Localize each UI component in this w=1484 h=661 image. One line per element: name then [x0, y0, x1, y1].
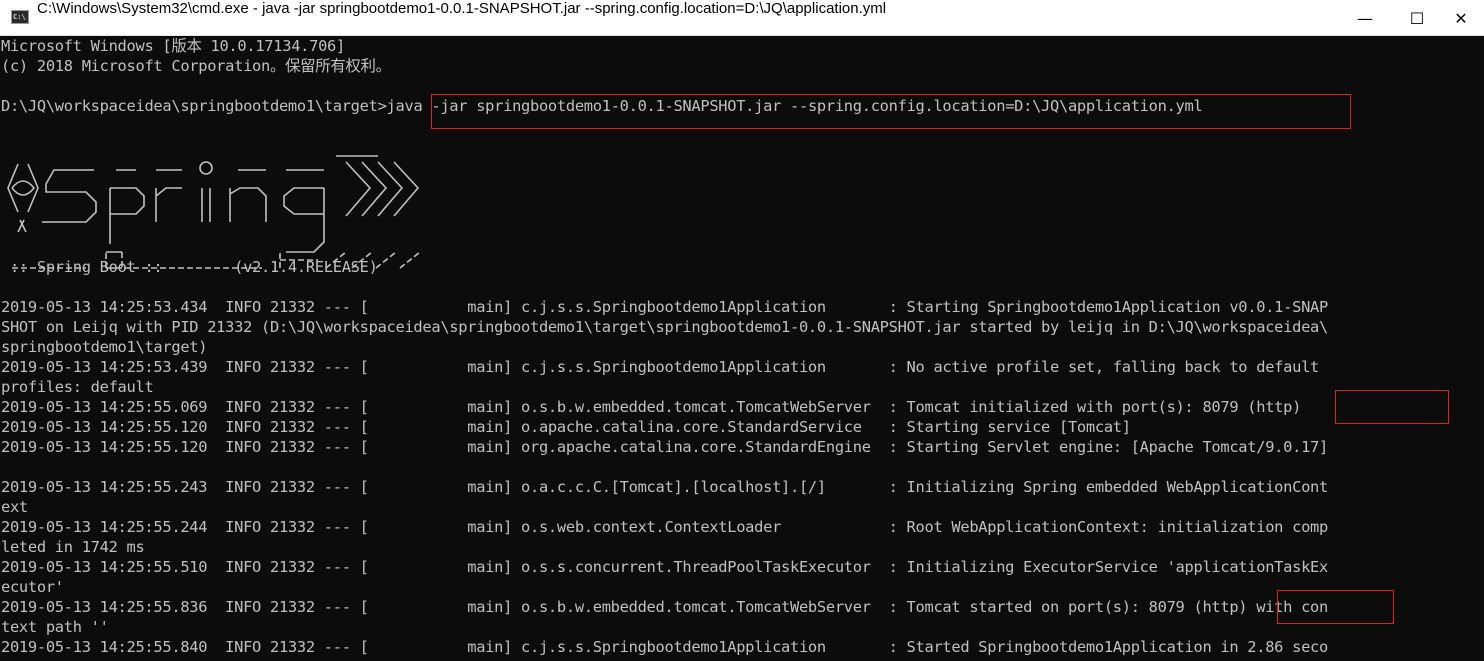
log-line: ext [1, 498, 28, 516]
port-highlight-box [1335, 390, 1449, 424]
close-button[interactable]: ✕ [1438, 0, 1484, 36]
minimize-icon: — [1357, 8, 1373, 28]
command-highlight-box [431, 94, 1351, 129]
log-line: 2019-05-13 14:25:55.120 INFO 21332 --- [… [1, 418, 1131, 436]
log-line: leted in 1742 ms [1, 538, 145, 556]
minimize-button[interactable]: — [1342, 0, 1388, 36]
close-icon: ✕ [1454, 8, 1468, 28]
log-line: springbootdemo1\target) [1, 338, 208, 356]
log-line: text path '' [1, 618, 109, 636]
maximize-button[interactable]: ☐ [1394, 0, 1440, 36]
log-line: profiles: default [1, 378, 154, 396]
spring-boot-version-line: :: Spring Boot :: (v2.1.4.RELEASE) [1, 258, 378, 276]
log-line: 2019-05-13 14:25:55.836 INFO 21332 --- [… [1, 598, 1328, 616]
log-line: 2019-05-13 14:25:55.510 INFO 21332 --- [… [1, 558, 1328, 576]
log-line: SHOT on Leijq with PID 21332 (D:\JQ\work… [1, 318, 1328, 336]
prompt-path: D:\JQ\workspaceidea\springbootdemo1\targ… [1, 97, 387, 115]
title-bar[interactable]: C:\ C:\Windows\System32\cmd.exe - java -… [0, 0, 1484, 36]
log-line: 2019-05-13 14:25:55.120 INFO 21332 --- [… [1, 438, 1328, 456]
window-title: C:\Windows\System32\cmd.exe - java -jar … [37, 0, 887, 17]
log-line: 2019-05-13 14:25:55.244 INFO 21332 --- [… [1, 518, 1328, 536]
log-line: 2019-05-13 14:25:53.439 INFO 21332 --- [… [1, 358, 1319, 376]
log-line: 2019-05-13 14:25:55.243 INFO 21332 --- [… [1, 478, 1328, 496]
log-line: 2019-05-13 14:25:55.840 INFO 21332 --- [… [1, 638, 1328, 656]
maximize-icon: ☐ [1409, 8, 1425, 28]
log-line: ecutor' [1, 578, 64, 596]
spring-ascii-banner [6, 148, 426, 300]
log-line: 2019-05-13 14:25:55.069 INFO 21332 --- [… [1, 398, 1302, 416]
console-header-line: (c) 2018 Microsoft Corporation。保留所有权利。 [1, 57, 391, 75]
cmd-icon: C:\ [11, 10, 29, 24]
port-highlight-box [1277, 590, 1394, 624]
console-output[interactable]: Microsoft Windows [版本 10.0.17134.706] (c… [0, 36, 1484, 661]
log-line: 2019-05-13 14:25:53.434 INFO 21332 --- [… [1, 298, 1328, 316]
console-header-line: Microsoft Windows [版本 10.0.17134.706] [1, 37, 345, 55]
